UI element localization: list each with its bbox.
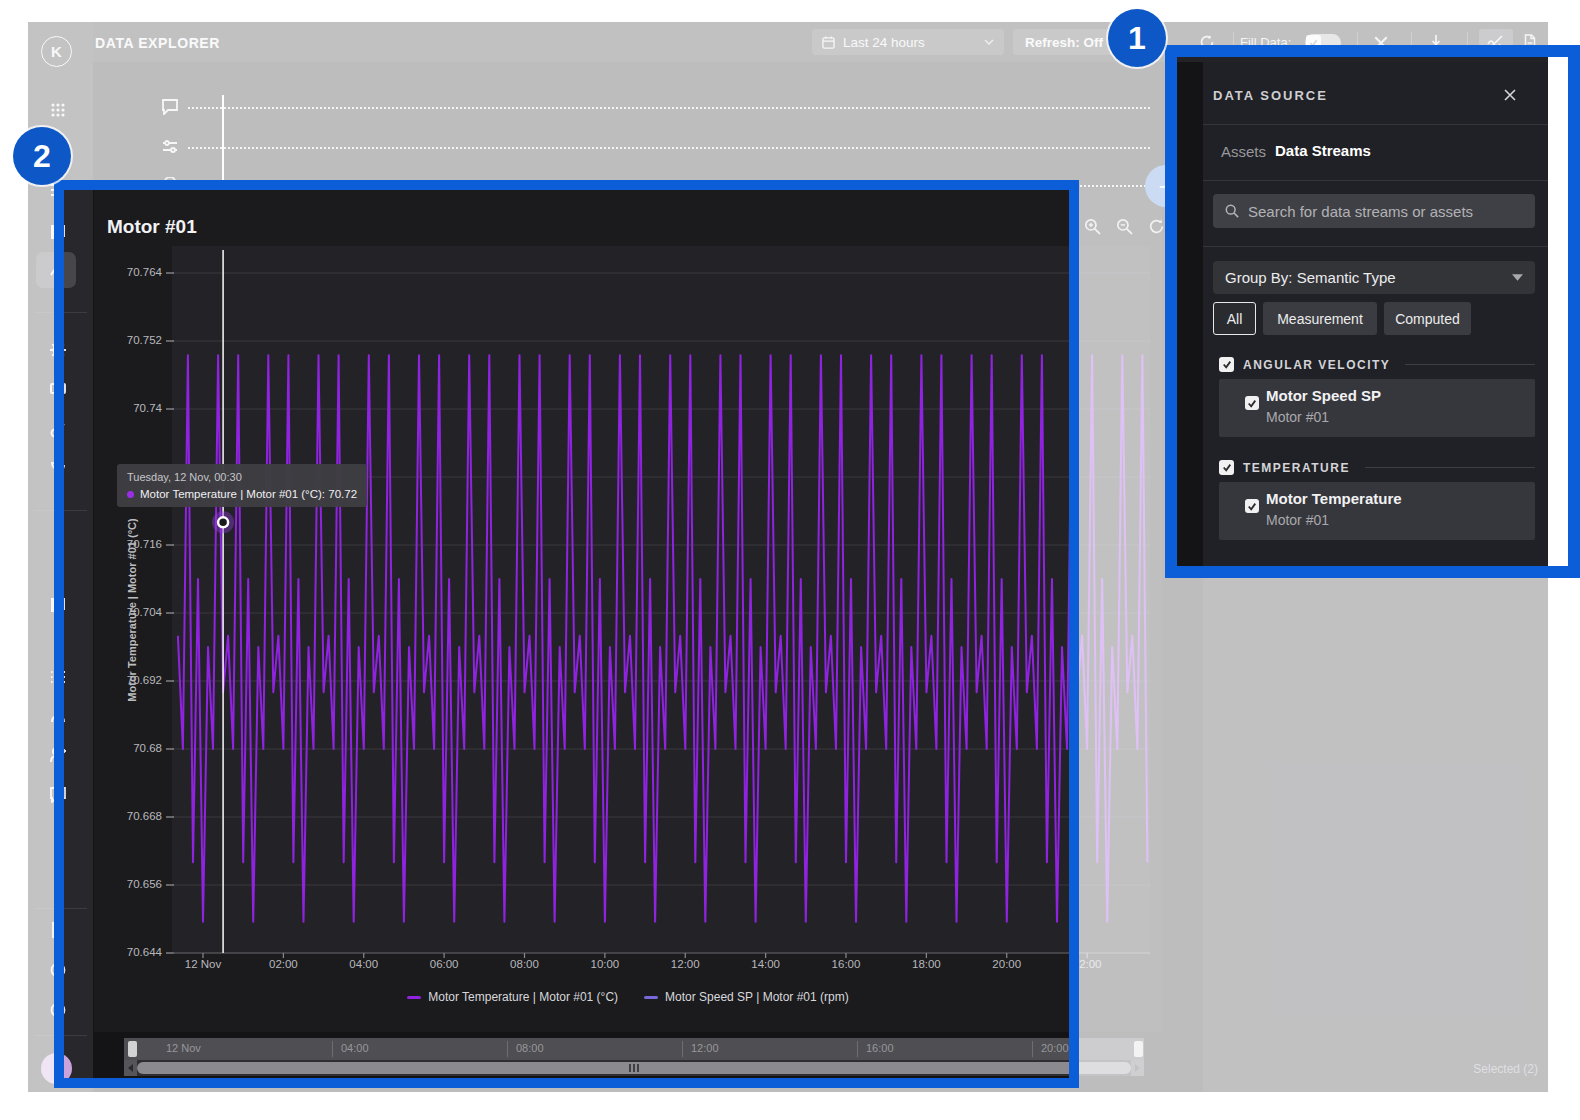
timeline-handle-right[interactable] — [1134, 1041, 1143, 1057]
annotation-box-chart — [54, 180, 1079, 1088]
page: K? DATA EXPLORER Last 24 hours Refresh: … — [0, 0, 1580, 1120]
tooltip-date: Tuesday, 12 Nov, 00:30 — [127, 471, 357, 483]
app-logo: K — [41, 36, 72, 67]
refresh-label: Refresh: Off — [1025, 35, 1103, 50]
tooltip-value: Motor Temperature | Motor #01 (°C): 70.7… — [127, 488, 357, 500]
chevron-down-icon — [984, 39, 994, 45]
apps-grid-icon[interactable] — [50, 102, 66, 118]
zoom-reset-icon[interactable] — [1148, 218, 1165, 235]
scrollbar-right-arrow[interactable] — [1131, 1060, 1144, 1076]
chart-zoom-controls — [1084, 218, 1165, 235]
controls-lane-icon[interactable] — [162, 139, 178, 155]
page-title: DATA EXPLORER — [95, 35, 220, 51]
tooltip-series-dot — [127, 491, 134, 498]
zoom-in-icon[interactable] — [1084, 218, 1101, 235]
annotation-badge-2: 2 — [13, 127, 71, 185]
selected-count: Selected (2) — [1473, 1062, 1538, 1076]
lane-dotted-line — [188, 107, 1150, 109]
chart-tooltip: Tuesday, 12 Nov, 00:30 Motor Temperature… — [117, 464, 367, 507]
annotation-box-panel — [1165, 45, 1580, 578]
time-range-button[interactable]: Last 24 hours — [812, 29, 1004, 55]
calendar-icon — [822, 36, 835, 49]
annotation-badge-1: 1 — [1108, 9, 1166, 67]
cursor-line-upper — [222, 95, 224, 190]
wash-rect — [0, 1088, 1580, 1120]
annotations-lane-icon[interactable] — [162, 99, 178, 115]
time-range-label: Last 24 hours — [843, 35, 925, 50]
lane-dotted-line — [188, 147, 1150, 149]
zoom-out-icon[interactable] — [1116, 218, 1133, 235]
